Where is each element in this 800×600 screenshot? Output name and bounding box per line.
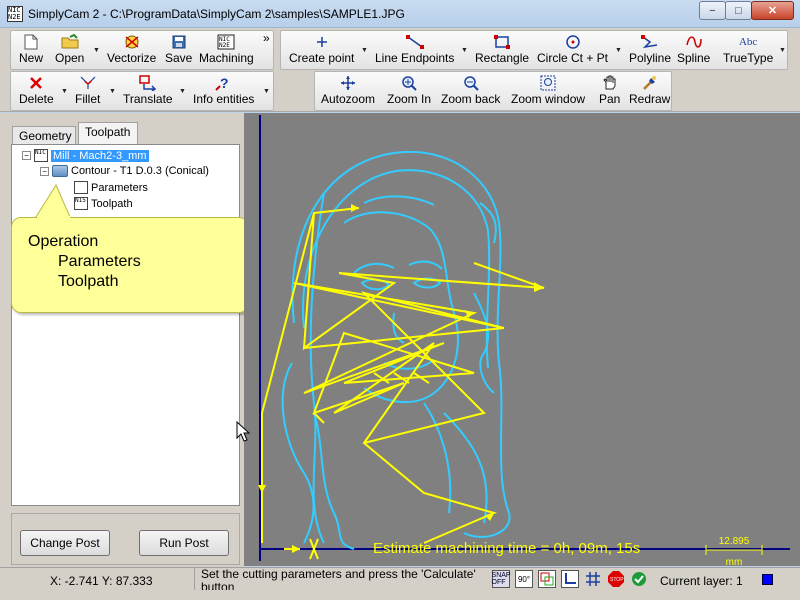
zoom-back-button[interactable]: Zoom back xyxy=(441,74,500,110)
status-bar: X: -2.741 Y: 87.333 Set the cutting para… xyxy=(0,567,800,600)
info-dropdown-icon[interactable]: ▼ xyxy=(263,88,270,95)
vectorize-button[interactable]: Vectorize xyxy=(107,33,156,69)
circle-dropdown-icon[interactable]: ▼ xyxy=(615,47,622,54)
snap-off-icon[interactable]: SNAP OFF xyxy=(492,570,511,588)
rectangle-icon xyxy=(494,33,511,51)
run-post-button[interactable]: Run Post xyxy=(139,530,229,556)
drawing-svg xyxy=(258,115,790,561)
zoom-in-button[interactable]: Zoom In xyxy=(387,74,431,110)
toolbar-overflow-button[interactable]: » xyxy=(263,31,270,45)
view-toolbar: Autozoom Zoom In Zoom back Zoom window P… xyxy=(314,71,672,111)
autozoom-icon xyxy=(340,74,356,92)
pan-hand-icon xyxy=(602,74,618,92)
svg-text:?: ? xyxy=(220,75,229,91)
change-post-button[interactable]: Change Post xyxy=(20,530,110,556)
spline-button[interactable]: Spline xyxy=(677,33,710,69)
line-dropdown-icon[interactable]: ▼ xyxy=(461,47,468,54)
delete-dropdown-icon[interactable]: ▼ xyxy=(61,88,68,95)
zoom-back-icon xyxy=(463,74,479,92)
truetype-button[interactable]: Abc TrueType xyxy=(723,33,773,69)
point-dropdown-icon[interactable]: ▼ xyxy=(361,47,368,54)
angle-90-icon[interactable]: 90° xyxy=(515,570,533,588)
svg-text:N2E: N2E xyxy=(219,42,230,49)
machining-time-estimate: Estimate machining time = 0h, 09m, 15s xyxy=(373,540,641,557)
save-button[interactable]: Save xyxy=(165,33,192,69)
current-layer: Current layer: 1 xyxy=(660,574,743,588)
circle-icon xyxy=(565,33,581,51)
open-button[interactable]: Open xyxy=(55,33,84,69)
draw-toolbar: Create point ▼ Line Endpoints ▼ Rectangl… xyxy=(280,30,788,70)
new-button[interactable]: New xyxy=(19,33,43,69)
point-icon xyxy=(316,33,328,51)
new-file-icon xyxy=(24,33,38,51)
machining-icon: NIC N2E xyxy=(217,33,235,51)
translate-button[interactable]: Translate xyxy=(123,74,173,110)
fillet-icon xyxy=(79,74,97,92)
scale-value: 12.895 xyxy=(718,536,750,547)
window-title: SimplyCam 2 - C:\ProgramData\SimplyCam 2… xyxy=(28,7,405,21)
drawing-canvas[interactable]: Estimate machining time = 0h, 09m, 15s 1… xyxy=(244,113,800,568)
title-bar: NIC N2E SimplyCam 2 - C:\ProgramData\Sim… xyxy=(0,0,800,28)
redraw-icon xyxy=(642,74,658,92)
toolbar-area: New Open ▼ Vectorize Save NIC N2E Machini… xyxy=(0,28,800,112)
status-toggles: SNAP OFF 90° STOP xyxy=(492,570,653,588)
rectangle-button[interactable]: Rectangle xyxy=(475,33,529,69)
post-buttons-area: Change Post Run Post xyxy=(11,513,240,565)
delete-x-icon xyxy=(29,74,43,92)
line-endpoints-button[interactable]: Line Endpoints xyxy=(375,33,454,69)
circle-button[interactable]: Circle Ct + Pt xyxy=(537,33,608,69)
zoom-in-icon xyxy=(401,74,417,92)
fillet-button[interactable]: Fillet xyxy=(75,74,100,110)
truetype-dropdown-icon[interactable]: ▼ xyxy=(779,47,786,54)
callout-seam xyxy=(37,216,70,219)
minimize-button[interactable]: − xyxy=(699,1,726,20)
check-icon[interactable] xyxy=(630,570,648,588)
autozoom-button[interactable]: Autozoom xyxy=(321,74,375,110)
info-entities-button[interactable]: ? Info entities xyxy=(193,74,254,110)
pan-button[interactable]: Pan xyxy=(599,74,620,110)
info-icon: ? xyxy=(214,74,233,92)
machining-button[interactable]: NIC N2E Machining xyxy=(199,33,254,69)
line-icon xyxy=(405,33,424,51)
edit-toolbar: Delete ▼ Fillet ▼ Translate ▼ ? Info ent… xyxy=(10,71,274,111)
fillet-dropdown-icon[interactable]: ▼ xyxy=(109,88,116,95)
layers-icon[interactable] xyxy=(538,570,556,588)
layer-color-swatch[interactable] xyxy=(762,574,773,585)
truetype-icon: Abc xyxy=(738,36,758,48)
svg-text:STOP: STOP xyxy=(610,577,624,583)
save-disk-icon xyxy=(172,33,186,51)
close-button[interactable]: ✕ xyxy=(751,1,794,20)
redraw-button[interactable]: Redraw xyxy=(629,74,670,110)
translate-icon xyxy=(139,74,157,92)
open-dropdown-icon[interactable]: ▼ xyxy=(93,47,100,54)
file-toolbar: New Open ▼ Vectorize Save NIC N2E Machini… xyxy=(10,30,274,70)
zoom-window-button[interactable]: Zoom window xyxy=(511,74,585,110)
maximize-button[interactable]: □ xyxy=(725,1,752,20)
status-message: Set the cutting parameters and press the… xyxy=(194,568,482,590)
axes-icon[interactable] xyxy=(561,570,579,588)
spline-icon xyxy=(685,33,703,51)
delete-button[interactable]: Delete xyxy=(19,74,54,110)
callout-tail xyxy=(35,183,71,218)
left-panel: Geometry Toolpath − NIC N2E Mill - Mach2… xyxy=(0,113,249,568)
stop-icon[interactable]: STOP xyxy=(607,570,625,588)
scale-label: 12.895 mm xyxy=(706,536,762,568)
polyline-button[interactable]: Polyline xyxy=(629,33,671,69)
tree-help-callout: Operation Parameters Toolpath xyxy=(11,217,249,313)
translate-dropdown-icon[interactable]: ▼ xyxy=(179,88,186,95)
polyline-icon xyxy=(641,33,659,51)
app-icon: NIC N2E xyxy=(7,6,23,22)
zoom-window-icon xyxy=(540,74,556,92)
create-point-button[interactable]: Create point xyxy=(289,33,354,69)
mouse-cursor-icon xyxy=(236,421,250,442)
vectorize-icon xyxy=(123,33,141,51)
grid-icon[interactable] xyxy=(584,570,602,588)
cursor-coordinates: X: -2.741 Y: 87.333 xyxy=(50,574,153,588)
open-folder-icon xyxy=(61,33,79,51)
window-controls: − □ ✕ xyxy=(699,1,794,20)
